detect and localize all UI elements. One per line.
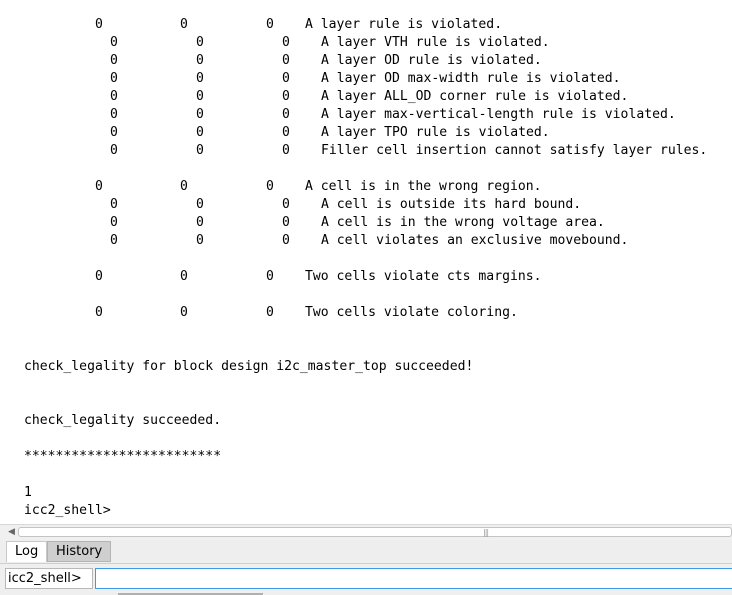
count-2: 0 <box>180 179 188 194</box>
count-3: 0 <box>266 179 274 194</box>
section-row: 0 0 0 A layer TPO rule is violated. <box>0 124 550 142</box>
count-1: 0 <box>95 17 103 32</box>
rule-description: A cell violates an exclusive movebound. <box>321 233 629 248</box>
rule-description: Two cells violate cts margins. <box>305 269 542 284</box>
count-3: 0 <box>282 233 290 248</box>
legality-success-message: check_legality succeeded. <box>24 413 222 428</box>
prompt-selector[interactable]: icc2_shell> <box>5 568 93 589</box>
section-header: 0 0 0 Two cells violate coloring. <box>0 304 518 322</box>
section-row: 0 0 0 A cell violates an exclusive moveb… <box>0 232 628 250</box>
count-2: 0 <box>196 197 204 212</box>
count-2: 0 <box>196 71 204 86</box>
count-3: 0 <box>282 125 290 140</box>
rule-description: A layer OD max-width rule is violated. <box>321 71 621 86</box>
count-2: 0 <box>180 305 188 320</box>
count-2: 0 <box>196 35 204 50</box>
count-1: 0 <box>110 53 118 68</box>
separator-stars: ************************* <box>24 449 222 464</box>
tab-log[interactable]: Log <box>6 541 48 562</box>
count-2: 0 <box>196 53 204 68</box>
scrollbar-thumb[interactable]: ||| <box>18 527 732 537</box>
result-value: 1 <box>24 485 32 500</box>
count-1: 0 <box>110 71 118 86</box>
count-3: 0 <box>282 35 290 50</box>
count-1: 0 <box>110 233 118 248</box>
count-1: 0 <box>110 143 118 158</box>
section-header: 0 0 0 A cell is in the wrong region. <box>0 178 542 196</box>
rule-description: Filler cell insertion cannot satisfy lay… <box>321 143 708 158</box>
rule-description: A layer ALL_OD corner rule is violated. <box>321 89 629 104</box>
command-input[interactable] <box>95 568 732 589</box>
section-header: 0 0 0 Two cells violate cts margins. <box>0 268 542 286</box>
count-1: 0 <box>110 215 118 230</box>
rule-description: A layer OD rule is violated. <box>321 53 542 68</box>
tab-history[interactable]: History <box>47 541 112 562</box>
rule-description: A cell is outside its hard bound. <box>321 197 582 212</box>
count-2: 0 <box>196 233 204 248</box>
command-bar: icc2_shell> <box>0 564 732 595</box>
block-legality-message: check_legality for block design i2c_mast… <box>24 359 474 374</box>
count-2: 0 <box>180 17 188 32</box>
count-1: 0 <box>110 197 118 212</box>
count-1: 0 <box>110 125 118 140</box>
section-row: 0 0 0 A layer ALL_OD corner rule is viol… <box>0 88 628 106</box>
count-3: 0 <box>282 143 290 158</box>
rule-description: A layer VTH rule is violated. <box>321 35 550 50</box>
section-row: 0 0 0 A layer OD max-width rule is viola… <box>0 70 621 88</box>
rule-description: A cell is in the wrong region. <box>305 179 542 194</box>
horizontal-scrollbar[interactable]: ◀ ||| <box>0 524 732 540</box>
count-3: 0 <box>282 53 290 68</box>
count-1: 0 <box>95 305 103 320</box>
count-3: 0 <box>266 17 274 32</box>
section-row: 0 0 0 A cell is in the wrong voltage are… <box>0 214 605 232</box>
section-row: 0 0 0 A layer VTH rule is violated. <box>0 34 550 52</box>
grip-icon: ||| <box>483 528 489 537</box>
count-3: 0 <box>266 305 274 320</box>
count-2: 0 <box>180 269 188 284</box>
count-3: 0 <box>282 197 290 212</box>
console-tab-bar: Log History <box>0 540 732 564</box>
section-header: 0 0 0 A layer rule is violated. <box>0 16 502 34</box>
section-row: 0 0 0 A layer max-vertical-length rule i… <box>0 106 676 124</box>
count-3: 0 <box>282 89 290 104</box>
section-row: 0 0 0 A cell is outside its hard bound. <box>0 196 581 214</box>
rule-description: A layer TPO rule is violated. <box>321 125 550 140</box>
count-3: 0 <box>266 269 274 284</box>
section-row: 0 0 0 A layer OD rule is violated. <box>0 52 542 70</box>
count-2: 0 <box>196 125 204 140</box>
section-row: 0 0 0 Filler cell insertion cannot satis… <box>0 142 707 160</box>
rule-description: Two cells violate coloring. <box>305 305 518 320</box>
rule-description: A layer rule is violated. <box>305 17 503 32</box>
count-1: 0 <box>110 107 118 122</box>
rule-description: A cell is in the wrong voltage area. <box>321 215 605 230</box>
count-3: 0 <box>282 71 290 86</box>
count-2: 0 <box>196 89 204 104</box>
count-1: 0 <box>110 35 118 50</box>
scroll-left-icon[interactable]: ◀ <box>8 527 15 537</box>
count-2: 0 <box>196 107 204 122</box>
count-1: 0 <box>95 269 103 284</box>
count-1: 0 <box>95 179 103 194</box>
count-2: 0 <box>196 215 204 230</box>
count-1: 0 <box>110 89 118 104</box>
console-output: 0 0 0 A layer rule is violated. 0 0 0 A … <box>0 0 732 524</box>
count-3: 0 <box>282 215 290 230</box>
count-2: 0 <box>196 143 204 158</box>
count-3: 0 <box>282 107 290 122</box>
shell-prompt: icc2_shell> <box>24 503 111 518</box>
rule-description: A layer max-vertical-length rule is viol… <box>321 107 676 122</box>
